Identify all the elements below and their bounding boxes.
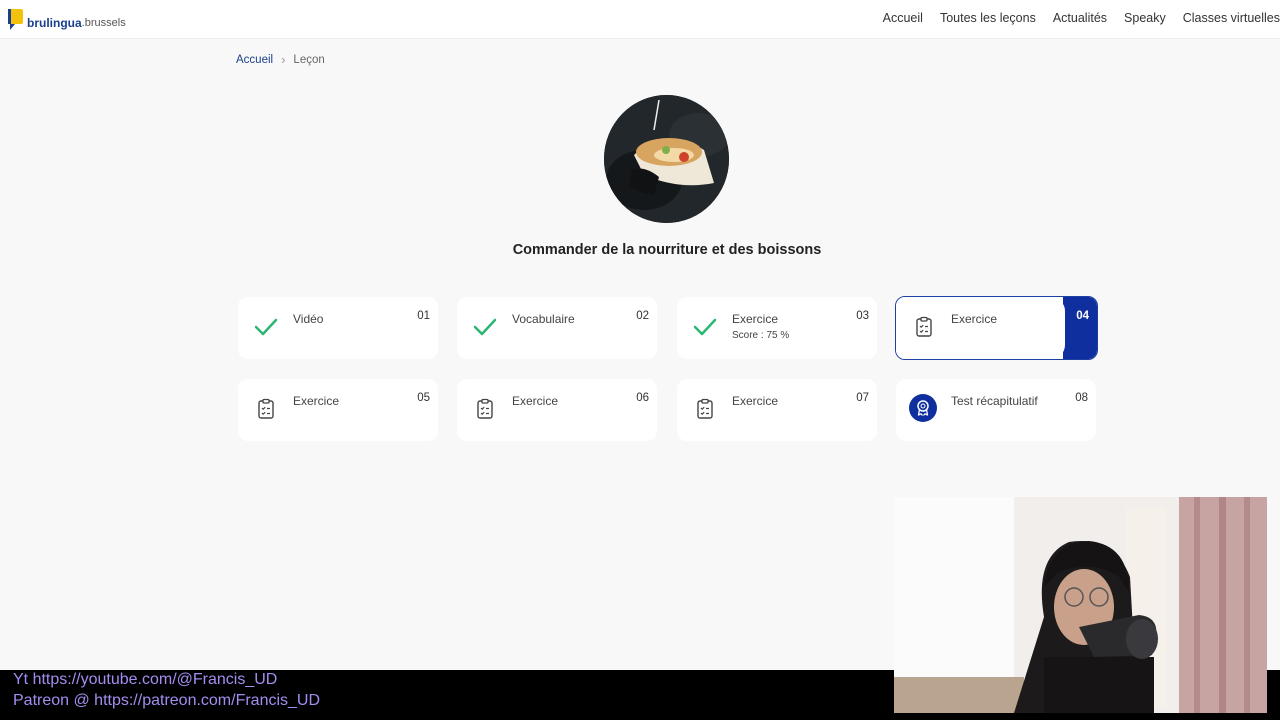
card-number: 05 (417, 392, 430, 404)
lesson-step-01[interactable]: Vidéo 01 (238, 297, 438, 359)
lesson-image (604, 95, 729, 223)
card-number: 08 (1075, 392, 1088, 404)
lesson-step-03[interactable]: Exercice Score : 75 % 03 (677, 297, 877, 359)
clipboard-icon (473, 397, 497, 421)
card-number: 06 (636, 392, 649, 404)
lesson-step-07[interactable]: Exercice 07 (677, 379, 877, 441)
card-number: 04 (1076, 310, 1089, 322)
card-label: Exercice (293, 394, 340, 408)
webcam-feed (894, 497, 1267, 713)
card-label: Exercice (732, 312, 779, 326)
award-icon (909, 394, 937, 422)
clipboard-icon (912, 315, 936, 339)
site-header: brulingua .brussels Accueil Toutes les l… (0, 0, 1280, 39)
breadcrumb: Accueil › Leçon (236, 52, 325, 67)
nav-accueil[interactable]: Accueil (883, 11, 923, 25)
clipboard-icon (693, 397, 717, 421)
card-number: 03 (856, 310, 869, 322)
nav-actualites[interactable]: Actualités (1053, 11, 1107, 25)
logo-main-text: brulingua (27, 16, 82, 30)
logo-icon (8, 9, 24, 31)
lesson-step-02[interactable]: Vocabulaire 02 (457, 297, 657, 359)
card-label: Vidéo (293, 312, 324, 326)
lesson-title: Commander de la nourriture et des boisso… (512, 242, 822, 258)
logo-sub-text: .brussels (81, 17, 126, 29)
youtube-link-text: Yt https://youtube.com/@Francis_UD (13, 671, 278, 688)
card-number: 07 (856, 392, 869, 404)
check-icon (473, 315, 497, 339)
card-label: Exercice (512, 394, 559, 408)
main-nav: Accueil Toutes les leçons Actualités Spe… (883, 0, 1280, 36)
card-number: 01 (417, 310, 430, 322)
lesson-step-06[interactable]: Exercice 06 (457, 379, 657, 441)
chevron-right-icon: › (281, 52, 286, 67)
nav-speaky[interactable]: Speaky (1124, 11, 1166, 25)
card-label: Test récapitulatif (951, 394, 1038, 408)
breadcrumb-current: Leçon (293, 53, 325, 66)
card-number: 02 (636, 310, 649, 322)
check-icon (254, 315, 278, 339)
nav-classes-virtuelles[interactable]: Classes virtuelles (1183, 11, 1280, 25)
nav-toutes-les-lecons[interactable]: Toutes les leçons (940, 11, 1036, 25)
card-label: Vocabulaire (512, 312, 575, 326)
card-label: Exercice (732, 394, 779, 408)
card-score: Score : 75 % (732, 330, 790, 341)
lesson-step-04[interactable]: Exercice 04 (895, 296, 1098, 360)
breadcrumb-home[interactable]: Accueil (236, 54, 273, 66)
clipboard-icon (254, 397, 278, 421)
lesson-step-05[interactable]: Exercice 05 (238, 379, 438, 441)
active-number-tab (1063, 297, 1097, 359)
patreon-link-text: Patreon @ https://patreon.com/Francis_UD (13, 692, 321, 709)
lesson-step-08[interactable]: Test récapitulatif 08 (896, 379, 1096, 441)
card-label: Exercice (951, 312, 998, 326)
check-icon (693, 315, 717, 339)
brulingua-logo[interactable]: brulingua .brussels (8, 5, 126, 31)
